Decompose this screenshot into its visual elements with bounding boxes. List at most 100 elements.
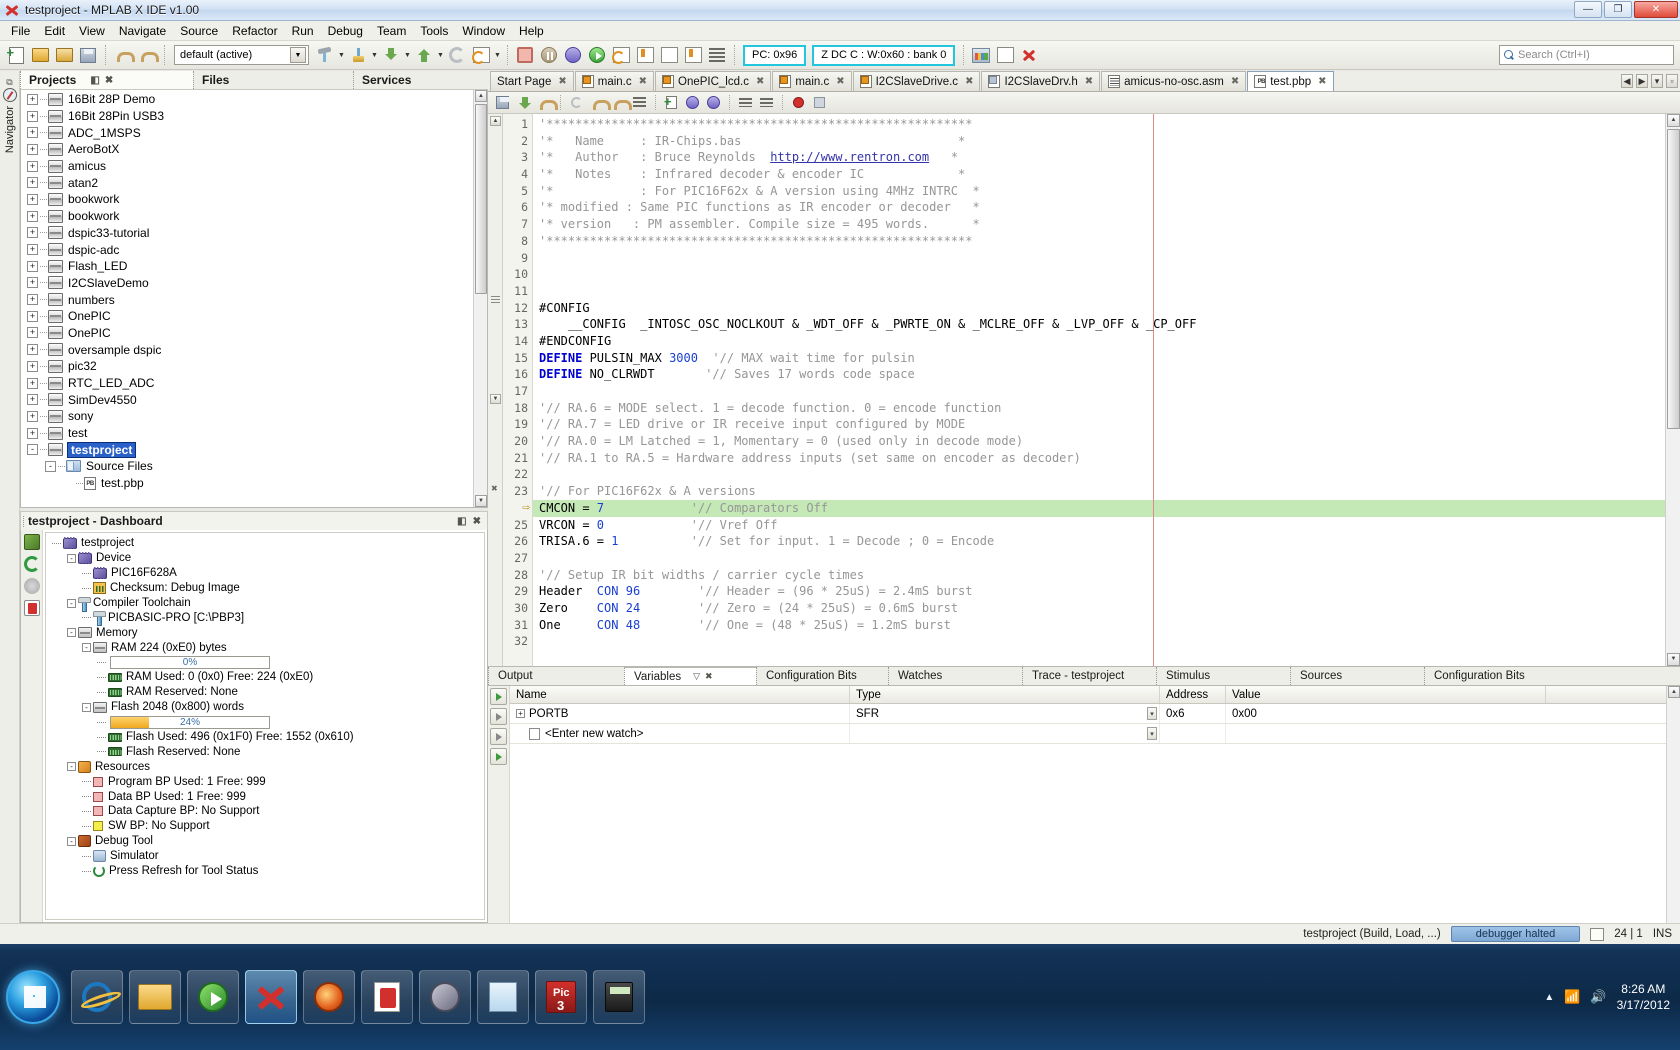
- tree-expander-icon[interactable]: +: [27, 311, 38, 322]
- project-tree-item[interactable]: +16Bit 28P Demo: [21, 91, 487, 108]
- toggle-bookmark-icon[interactable]: [810, 93, 829, 112]
- project-properties-icon[interactable]: [24, 534, 40, 550]
- menu-help[interactable]: Help: [512, 22, 551, 40]
- maximize-button[interactable]: ❐: [1604, 1, 1632, 18]
- taskbar-file-explorer-icon[interactable]: [129, 970, 181, 1024]
- tree-expander-icon[interactable]: +: [27, 127, 38, 138]
- cell-dropdown-icon[interactable]: ▾: [1147, 727, 1157, 740]
- toggle-highlight-icon[interactable]: [630, 93, 649, 112]
- close-tab-icon[interactable]: ✖: [1231, 76, 1239, 87]
- code-line[interactable]: '// RA.7 = LED drive or IR receive input…: [533, 416, 1665, 433]
- project-tree-item[interactable]: +16Bit 28Pin USB3: [21, 108, 487, 125]
- dashboard-tree-item[interactable]: -RAM 224 (0xE0) bytes: [50, 640, 484, 655]
- editor-tab-i2cslavedrive-c[interactable]: I2CSlaveDrive.c✖: [853, 71, 981, 91]
- project-tree-item[interactable]: +ADC_1MSPS: [21, 124, 487, 141]
- menu-navigate[interactable]: Navigate: [112, 22, 173, 40]
- code-line[interactable]: DEFINE NO_CLRWDT '// Saves 17 words code…: [533, 366, 1665, 383]
- project-tree-item[interactable]: +SimDev4550: [21, 391, 487, 408]
- editor-scroll-thumb[interactable]: [1667, 129, 1680, 429]
- menu-team[interactable]: Team: [370, 22, 413, 40]
- tree-expander-icon[interactable]: +: [27, 277, 38, 288]
- project-tree-item[interactable]: +numbers: [21, 291, 487, 308]
- tab-scroll-left-icon[interactable]: ◀: [1621, 74, 1633, 88]
- variables-grid-rows[interactable]: +PORTBSFR▾0x60x00▾<Enter new watch>▾▾: [510, 704, 1680, 744]
- editor-tab-main-c[interactable]: main.c✖: [575, 71, 654, 91]
- code-line[interactable]: [533, 466, 1665, 483]
- dashboard-tree-item[interactable]: Data BP Used: 1 Free: 999: [50, 789, 484, 804]
- tree-expander-icon[interactable]: +: [27, 194, 38, 205]
- code-line[interactable]: VRCON = 0 '// Vref Off: [533, 517, 1665, 534]
- clean-dropdown-arrow-icon[interactable]: ▼: [370, 44, 379, 66]
- delete-all-watches-icon[interactable]: [490, 728, 507, 745]
- tree-expander-icon[interactable]: -: [67, 762, 76, 771]
- project-tree-item[interactable]: +OnePIC: [21, 325, 487, 342]
- dashboard-tree-item[interactable]: testproject: [50, 536, 484, 551]
- editor-tab-test-pbp[interactable]: test.pbp✖: [1247, 71, 1333, 91]
- new-project-icon[interactable]: [29, 44, 51, 66]
- project-tree-item[interactable]: +dspic-adc: [21, 241, 487, 258]
- dashboard-tree-item[interactable]: -Device: [50, 551, 484, 566]
- code-line[interactable]: '// RA.0 = LM Latched = 1, Momentary = 0…: [533, 433, 1665, 450]
- dashboard-tree-item[interactable]: -Compiler Toolchain: [50, 596, 484, 611]
- tree-expander-icon[interactable]: +: [27, 227, 38, 238]
- grid-column-header[interactable]: Value: [1226, 686, 1546, 703]
- menu-tools[interactable]: Tools: [413, 22, 455, 40]
- editor-tab-onepic-lcd-c[interactable]: OnePIC_lcd.c✖: [655, 71, 771, 91]
- dashboard-tree-item[interactable]: SW BP: No Support: [50, 819, 484, 834]
- dashboard-tree-item[interactable]: PIC16F628A: [50, 566, 484, 581]
- code-line[interactable]: [533, 633, 1665, 650]
- menu-view[interactable]: View: [72, 22, 112, 40]
- close-tab-icon[interactable]: ✖: [756, 76, 764, 87]
- code-line[interactable]: [533, 283, 1665, 300]
- tree-expander-icon[interactable]: +: [27, 344, 38, 355]
- last-edit-icon[interactable]: [535, 93, 554, 112]
- step-out-icon[interactable]: [658, 44, 680, 66]
- taskbar-internet-explorer-icon[interactable]: [71, 970, 123, 1024]
- refresh-debug-tool-icon[interactable]: [24, 556, 40, 572]
- tree-expander-icon[interactable]: +: [27, 411, 38, 422]
- shift-right-icon[interactable]: [683, 93, 702, 112]
- code-line[interactable]: '// RA.6 = MODE select. 1 = decode funct…: [533, 400, 1665, 417]
- code-line[interactable]: #CONFIG: [533, 300, 1665, 317]
- read-device-icon[interactable]: [446, 44, 468, 66]
- code-line[interactable]: DEFINE PULSIN_MAX 3000 '// MAX wait time…: [533, 350, 1665, 367]
- code-line[interactable]: '* Notes : Infrared decoder & encoder IC…: [533, 166, 1665, 183]
- code-line[interactable]: '* : For PIC16F62x & A version using 4MH…: [533, 183, 1665, 200]
- dashboard-tree-item[interactable]: -Memory: [50, 625, 484, 640]
- close-tab-icon[interactable]: ✖: [1318, 76, 1326, 87]
- editor-scrollbar-down-icon[interactable]: ▼: [1667, 653, 1680, 666]
- bottom-tab-output[interactable]: Output: [488, 667, 624, 685]
- variables-scrollbar[interactable]: ▲: [1666, 686, 1680, 923]
- back-icon[interactable]: [493, 93, 512, 112]
- code-line[interactable]: '* version : PM assembler. Compile size …: [533, 216, 1665, 233]
- bottom-tab-trace---testproject[interactable]: Trace - testproject: [1022, 667, 1156, 685]
- table-row[interactable]: +PORTBSFR▾0x60x00▾: [510, 704, 1680, 724]
- device-datasheet-icon[interactable]: [24, 578, 40, 594]
- dashboard-tree-item[interactable]: Flash Reserved: None: [50, 744, 484, 759]
- dashboard-tree[interactable]: testproject-DevicePIC16F628AChecksum: De…: [45, 532, 485, 920]
- tree-expander-icon[interactable]: -: [27, 444, 38, 455]
- chevron-down-icon[interactable]: ▼: [290, 47, 306, 63]
- taskbar-adobe-reader-icon[interactable]: [361, 970, 413, 1024]
- bottom-tab-variables[interactable]: Variables▽✖: [624, 667, 756, 685]
- pdf-doc-icon[interactable]: [24, 600, 40, 616]
- close-tab-icon[interactable]: ✖: [836, 76, 844, 87]
- code-line[interactable]: '* modified : Same PIC functions as IR e…: [533, 199, 1665, 216]
- undo-icon[interactable]: [112, 44, 134, 66]
- close-panel-icon[interactable]: ✖: [105, 75, 113, 86]
- configuration-combo[interactable]: default (active) ▼: [174, 45, 309, 65]
- menu-window[interactable]: Window: [455, 22, 512, 40]
- program-device-icon[interactable]: [413, 44, 435, 66]
- find-next-icon[interactable]: [609, 93, 628, 112]
- tree-expander-icon[interactable]: +: [27, 244, 38, 255]
- scroll-down-icon[interactable]: ▼: [475, 495, 487, 507]
- tree-expander-icon[interactable]: +: [27, 361, 38, 372]
- menu-source[interactable]: Source: [173, 22, 225, 40]
- code-line[interactable]: [533, 550, 1665, 567]
- code-line[interactable]: '// For PIC16F62x & A versions: [533, 483, 1665, 500]
- tree-expander-icon[interactable]: -: [82, 643, 91, 652]
- code-line[interactable]: '* Name : IR-Chips.bas *: [533, 133, 1665, 150]
- project-tree-item[interactable]: +RTC_LED_ADC: [21, 375, 487, 392]
- project-tree-item[interactable]: +dspic33-tutorial: [21, 225, 487, 242]
- watches-window-icon[interactable]: [994, 44, 1016, 66]
